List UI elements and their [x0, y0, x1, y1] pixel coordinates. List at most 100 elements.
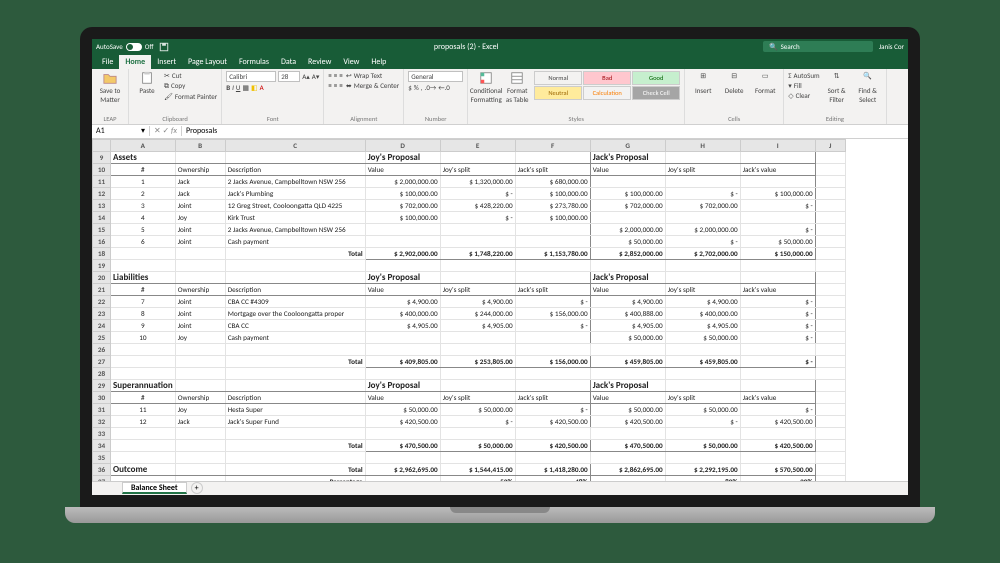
- col-hdr-H[interactable]: H: [665, 139, 740, 151]
- insert-cells-button[interactable]: ⊞Insert: [689, 71, 717, 95]
- col-hdr-A[interactable]: A: [111, 139, 176, 151]
- row-hdr[interactable]: 22: [93, 295, 111, 307]
- toggle-pill[interactable]: [126, 43, 142, 51]
- style-neutral[interactable]: Neutral: [534, 86, 582, 100]
- underline-button[interactable]: U: [236, 83, 241, 92]
- row-hdr[interactable]: 37: [93, 475, 111, 481]
- fx-icon[interactable]: fx: [171, 126, 177, 136]
- col-hdr-G[interactable]: G: [590, 139, 665, 151]
- paste-button[interactable]: Paste: [133, 71, 161, 95]
- sheet-tab-balance-sheet[interactable]: Balance Sheet: [122, 482, 187, 494]
- row-hdr[interactable]: 33: [93, 427, 111, 439]
- style-calculation[interactable]: Calculation: [583, 86, 631, 100]
- style-normal[interactable]: Normal: [534, 71, 582, 85]
- tab-page-layout[interactable]: Page Layout: [182, 55, 233, 69]
- merge-center-button[interactable]: ⬌Merge & Center: [346, 81, 399, 90]
- style-bad[interactable]: Bad: [583, 71, 631, 85]
- format-cells-button[interactable]: ▭Format: [751, 71, 779, 95]
- row-hdr[interactable]: 16: [93, 235, 111, 247]
- inc-decimal-icon[interactable]: .0→: [425, 83, 437, 92]
- row-hdr[interactable]: 35: [93, 451, 111, 463]
- align-top-icon[interactable]: ≡: [328, 71, 332, 80]
- col-hdr-E[interactable]: E: [440, 139, 515, 151]
- cancel-icon[interactable]: ✕: [154, 126, 161, 136]
- border-button[interactable]: ▦: [242, 83, 249, 92]
- row-hdr[interactable]: 34: [93, 439, 111, 451]
- align-left-icon[interactable]: ≡: [328, 81, 332, 90]
- row-hdr[interactable]: 14: [93, 211, 111, 223]
- name-box[interactable]: A1▾: [92, 126, 150, 136]
- col-hdr-D[interactable]: D: [365, 139, 440, 151]
- row-hdr[interactable]: 9: [93, 151, 111, 163]
- number-format-select[interactable]: General: [408, 71, 463, 82]
- row-hdr[interactable]: 15: [93, 223, 111, 235]
- sort-filter-button[interactable]: ⇅Sort & Filter: [823, 71, 851, 104]
- find-select-button[interactable]: 🔍Find & Select: [854, 71, 882, 104]
- chevron-down-icon[interactable]: ▾: [141, 126, 145, 136]
- row-hdr[interactable]: 24: [93, 319, 111, 331]
- tab-home[interactable]: Home: [119, 55, 151, 69]
- autosave-toggle[interactable]: AutoSave Off: [96, 42, 153, 51]
- font-name-select[interactable]: Calibri: [226, 71, 276, 82]
- row-hdr[interactable]: 21: [93, 283, 111, 295]
- col-hdr-J[interactable]: J: [815, 139, 845, 151]
- tab-file[interactable]: File: [96, 55, 119, 69]
- worksheet-grid[interactable]: ABCDEFGHIJ9AssetsJoy's ProposalJack's Pr…: [92, 139, 908, 481]
- comma-icon[interactable]: ,: [421, 83, 423, 92]
- save-icon[interactable]: [159, 42, 169, 52]
- row-hdr[interactable]: 11: [93, 175, 111, 187]
- align-mid-icon[interactable]: ≡: [334, 71, 338, 80]
- align-bot-icon[interactable]: ≡: [339, 71, 343, 80]
- currency-icon[interactable]: $: [408, 83, 412, 92]
- col-hdr-I[interactable]: I: [740, 139, 815, 151]
- search-input[interactable]: 🔍 Search: [763, 41, 873, 52]
- row-hdr[interactable]: 28: [93, 367, 111, 379]
- increase-font-icon[interactable]: A▴: [302, 72, 310, 81]
- tab-insert[interactable]: Insert: [151, 55, 182, 69]
- cut-button[interactable]: ✂Cut: [164, 71, 217, 80]
- col-hdr-C[interactable]: C: [225, 139, 365, 151]
- tab-help[interactable]: Help: [365, 55, 392, 69]
- cell-styles-gallery[interactable]: Normal Bad Good Neutral Calculation Chec…: [534, 71, 680, 100]
- font-size-select[interactable]: 28: [278, 71, 300, 82]
- save-to-matter-button[interactable]: Save to Matter: [96, 71, 124, 104]
- copy-button[interactable]: ⧉Copy: [164, 81, 217, 91]
- style-check-cell[interactable]: Check Cell: [632, 86, 680, 100]
- row-hdr[interactable]: 23: [93, 307, 111, 319]
- clear-button[interactable]: ◇Clear: [788, 91, 819, 100]
- format-as-table-button[interactable]: Format as Table: [503, 71, 531, 104]
- fill-button[interactable]: ▾Fill: [788, 81, 819, 90]
- row-hdr[interactable]: 29: [93, 379, 111, 391]
- row-hdr[interactable]: 18: [93, 247, 111, 259]
- font-color-button[interactable]: A: [260, 83, 264, 92]
- dec-decimal-icon[interactable]: ←.0: [438, 83, 450, 92]
- align-center-icon[interactable]: ≡: [334, 81, 338, 90]
- add-sheet-button[interactable]: +: [191, 482, 203, 494]
- bold-button[interactable]: B: [226, 83, 230, 92]
- row-hdr[interactable]: 32: [93, 415, 111, 427]
- row-hdr[interactable]: 26: [93, 343, 111, 355]
- style-good[interactable]: Good: [632, 71, 680, 85]
- row-hdr[interactable]: 36: [93, 463, 111, 475]
- row-hdr[interactable]: 27: [93, 355, 111, 367]
- row-hdr[interactable]: 10: [93, 163, 111, 175]
- row-hdr[interactable]: 31: [93, 403, 111, 415]
- row-hdr[interactable]: 12: [93, 187, 111, 199]
- wrap-text-button[interactable]: ↩Wrap Text: [346, 71, 399, 80]
- row-hdr[interactable]: 30: [93, 391, 111, 403]
- autosum-button[interactable]: ΣAutoSum: [788, 71, 819, 80]
- check-icon[interactable]: ✓: [163, 126, 170, 136]
- row-hdr[interactable]: 20: [93, 271, 111, 283]
- decrease-font-icon[interactable]: A▾: [312, 72, 320, 81]
- tab-data[interactable]: Data: [275, 55, 302, 69]
- row-hdr[interactable]: 13: [93, 199, 111, 211]
- percent-icon[interactable]: %: [414, 83, 419, 92]
- col-hdr-F[interactable]: F: [515, 139, 590, 151]
- user-label[interactable]: Janis Cor: [879, 42, 904, 51]
- tab-formulas[interactable]: Formulas: [233, 55, 275, 69]
- fx-buttons[interactable]: ✕ ✓ fx: [150, 126, 182, 136]
- row-hdr[interactable]: 19: [93, 259, 111, 271]
- italic-button[interactable]: I: [232, 83, 234, 92]
- format-painter-button[interactable]: 🖌Format Painter: [164, 92, 217, 101]
- tab-review[interactable]: Review: [302, 55, 337, 69]
